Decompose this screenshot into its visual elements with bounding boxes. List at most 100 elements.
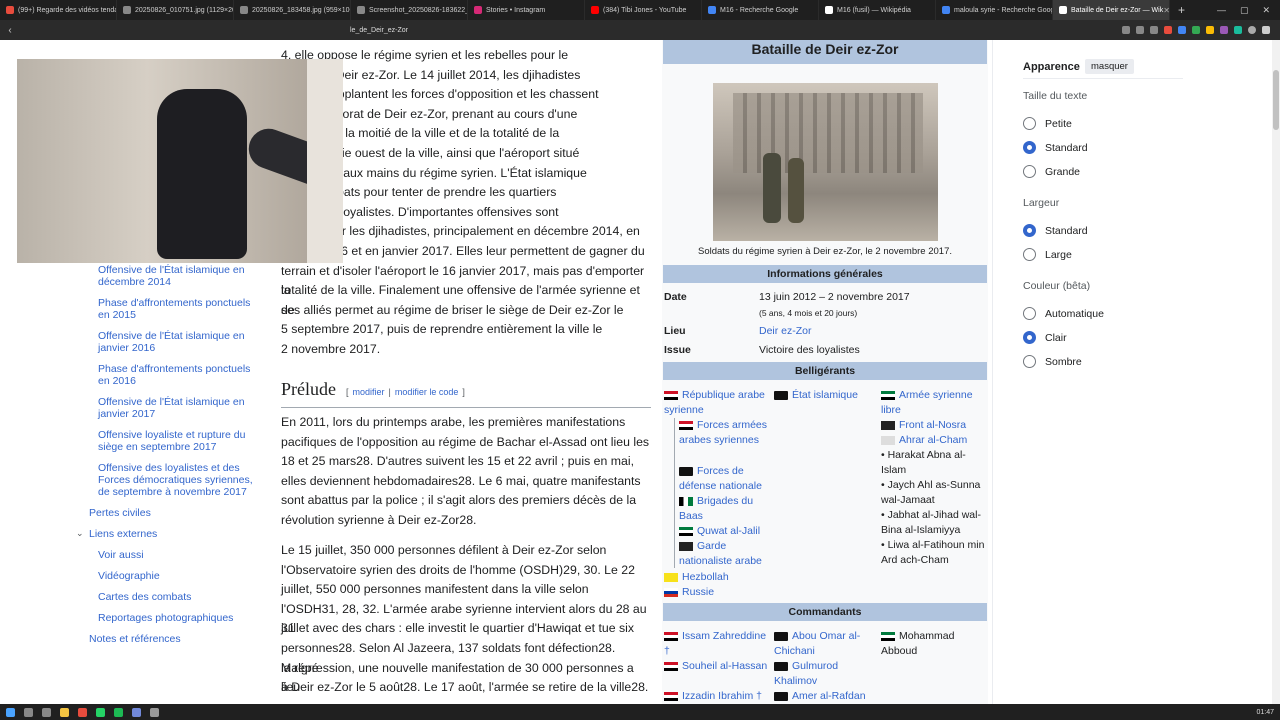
extension-icon[interactable]	[1220, 26, 1228, 34]
belligerent-link[interactable]: Armée syrienne libre	[881, 388, 987, 418]
toc-item[interactable]: Offensive de l'État islamique en janvier…	[98, 330, 253, 354]
infobox-lieu-link[interactable]: Deir ez-Zor	[759, 325, 812, 337]
belligerent-link[interactable]: Forces de défense nationale	[679, 464, 769, 494]
belligerent-link[interactable]: Souheil al-Hassan	[664, 659, 769, 674]
belligerent-link[interactable]: Gulmurod Khalimov	[774, 659, 874, 689]
scrollbar[interactable]	[1272, 40, 1280, 704]
browser-tab[interactable]: M16 (fusil) — Wikipédia	[819, 0, 936, 20]
taskview-icon[interactable]	[42, 707, 51, 717]
favicon-icon	[1059, 6, 1067, 14]
belligerent-link[interactable]: République arabe syrienne	[664, 388, 772, 418]
radio-button[interactable]	[1023, 248, 1036, 261]
radio-button[interactable]	[1023, 141, 1036, 154]
belligerent-link[interactable]: Russie	[664, 585, 772, 600]
extension-icon[interactable]	[1178, 26, 1186, 34]
toc-item[interactable]: Offensive de l'État islamique en janvier…	[98, 396, 253, 420]
browser-tab[interactable]: M16 - Recherche Google	[702, 0, 819, 20]
toc-liens-externes[interactable]: Liens externes	[89, 528, 157, 540]
extension-icon[interactable]	[1164, 26, 1172, 34]
toc-item[interactable]: Offensive loyaliste et rupture du siège …	[98, 429, 253, 453]
extension-icon[interactable]	[1206, 26, 1214, 34]
belligerent-link[interactable]: Hezbollah	[664, 570, 772, 585]
clock[interactable]: 01:47	[1256, 709, 1274, 716]
edit-source-link[interactable]: modifier le code	[395, 387, 459, 397]
explorer-icon[interactable]	[60, 707, 69, 717]
belligerent-link[interactable]: Front al-Nosra	[881, 418, 987, 433]
radio-button[interactable]	[1023, 307, 1036, 320]
close-icon[interactable]: ✕	[1163, 6, 1169, 15]
radio-button[interactable]	[1023, 165, 1036, 178]
close-window-button[interactable]: ✕	[1262, 5, 1270, 16]
belligerent-link[interactable]: Izzadin Ibrahim †	[664, 689, 769, 704]
share-icon[interactable]	[1136, 26, 1144, 34]
search-icon[interactable]	[24, 707, 33, 717]
text-size-option[interactable]: Standard	[1023, 141, 1088, 154]
tab-label: 20250826_010751.jpg (1129×2048)	[135, 6, 233, 14]
browser-tab[interactable]: Stories • Instagram	[468, 0, 585, 20]
belligerent-link[interactable]: Amer al-Rafdan	[774, 689, 874, 704]
toc-voir-aussi[interactable]: Voir aussi	[98, 549, 144, 561]
spotify-icon[interactable]	[114, 707, 123, 717]
toc-reportages[interactable]: Reportages photographiques	[98, 612, 233, 624]
text-size-option[interactable]: Petite	[1023, 117, 1072, 130]
article-line: ses alliés permet au régime de briser le…	[281, 302, 624, 317]
flag-icon	[881, 435, 895, 445]
toc-cartes[interactable]: Cartes des combats	[98, 591, 191, 603]
chevron-down-icon[interactable]: ⌄	[76, 528, 84, 539]
app-icon[interactable]	[150, 707, 159, 717]
browser-tab[interactable]: 20250826_010751.jpg (1129×2048)	[117, 0, 234, 20]
color-option[interactable]: Clair	[1023, 331, 1067, 344]
browser-tab[interactable]: (384) Tibi Jones - YouTube	[585, 0, 702, 20]
toc-item[interactable]: Phase d'affrontements ponctuels en 2015	[98, 297, 253, 321]
search-icon[interactable]	[1122, 26, 1130, 34]
text-size-option[interactable]: Grande	[1023, 165, 1080, 178]
app-icon[interactable]	[132, 707, 141, 717]
belligerent-link[interactable]: Issam Zahreddine †	[664, 629, 769, 659]
color-option[interactable]: Automatique	[1023, 307, 1104, 320]
extension-icon[interactable]	[1192, 26, 1200, 34]
back-icon[interactable]: ‹	[0, 25, 20, 36]
infobox-photo[interactable]	[713, 83, 938, 241]
hide-button[interactable]: masquer	[1085, 59, 1134, 74]
toc-item[interactable]: Offensive de l'État islamique en décembr…	[98, 264, 253, 288]
scrollbar-thumb[interactable]	[1273, 70, 1279, 130]
minimize-button[interactable]: —	[1217, 5, 1226, 16]
toc-notes[interactable]: Notes et références	[89, 633, 181, 645]
extension-icon[interactable]	[1234, 26, 1242, 34]
separator: |	[388, 387, 391, 397]
url-text[interactable]: le_de_Deir_ez-Zor	[350, 27, 408, 34]
edit-link[interactable]: modifier	[353, 387, 385, 397]
radio-button[interactable]	[1023, 355, 1036, 368]
new-tab-button[interactable]: +	[1170, 3, 1193, 17]
belligerent-link[interactable]: Quwat al-Jalil	[679, 524, 769, 539]
belligerent-link[interactable]: Forces armées arabes syriennes	[679, 418, 769, 448]
maximize-button[interactable]: ▢	[1240, 5, 1249, 16]
radio-button[interactable]	[1023, 117, 1036, 130]
belligerent-link[interactable]: État islamique	[774, 388, 874, 403]
belligerent-link[interactable]: Brigades du Baas	[679, 494, 769, 524]
browser-tab[interactable]: Screenshot_20250826-183622_X.jp	[351, 0, 468, 20]
radio-button[interactable]	[1023, 331, 1036, 344]
whatsapp-icon[interactable]	[96, 707, 105, 717]
width-option[interactable]: Standard	[1023, 224, 1088, 237]
browser-tab[interactable]: Bataille de Deir ez-Zor — Wik ✕	[1053, 0, 1170, 20]
browser-tab[interactable]: 20250826_183458.jpg (959×1063)	[234, 0, 351, 20]
radio-button[interactable]	[1023, 224, 1036, 237]
belligerent-link[interactable]: Ahrar al-Cham	[881, 433, 987, 448]
profile-icon[interactable]	[1248, 26, 1256, 34]
browser-icon[interactable]	[78, 707, 87, 717]
toc-pertes-civiles[interactable]: Pertes civiles	[89, 507, 151, 519]
menu-icon[interactable]	[1262, 26, 1270, 34]
color-option[interactable]: Sombre	[1023, 355, 1082, 368]
taskbar: 01:47	[0, 704, 1280, 720]
width-option[interactable]: Large	[1023, 248, 1072, 261]
browser-tab[interactable]: (99+) Regarde des vidéos tendanc	[0, 0, 117, 20]
toc-videographie[interactable]: Vidéographie	[98, 570, 160, 582]
belligerent-link[interactable]: Abou Omar al-Chichani	[774, 629, 874, 659]
windows-icon[interactable]	[6, 707, 15, 717]
bookmark-icon[interactable]	[1150, 26, 1158, 34]
toc-item[interactable]: Offensive des loyalistes et des Forces d…	[98, 462, 253, 498]
belligerent-link[interactable]: Garde nationaliste arabe	[679, 539, 769, 569]
browser-tab[interactable]: maloula syrie - Recherche Google	[936, 0, 1053, 20]
toc-item[interactable]: Phase d'affrontements ponctuels en 2016	[98, 363, 253, 387]
